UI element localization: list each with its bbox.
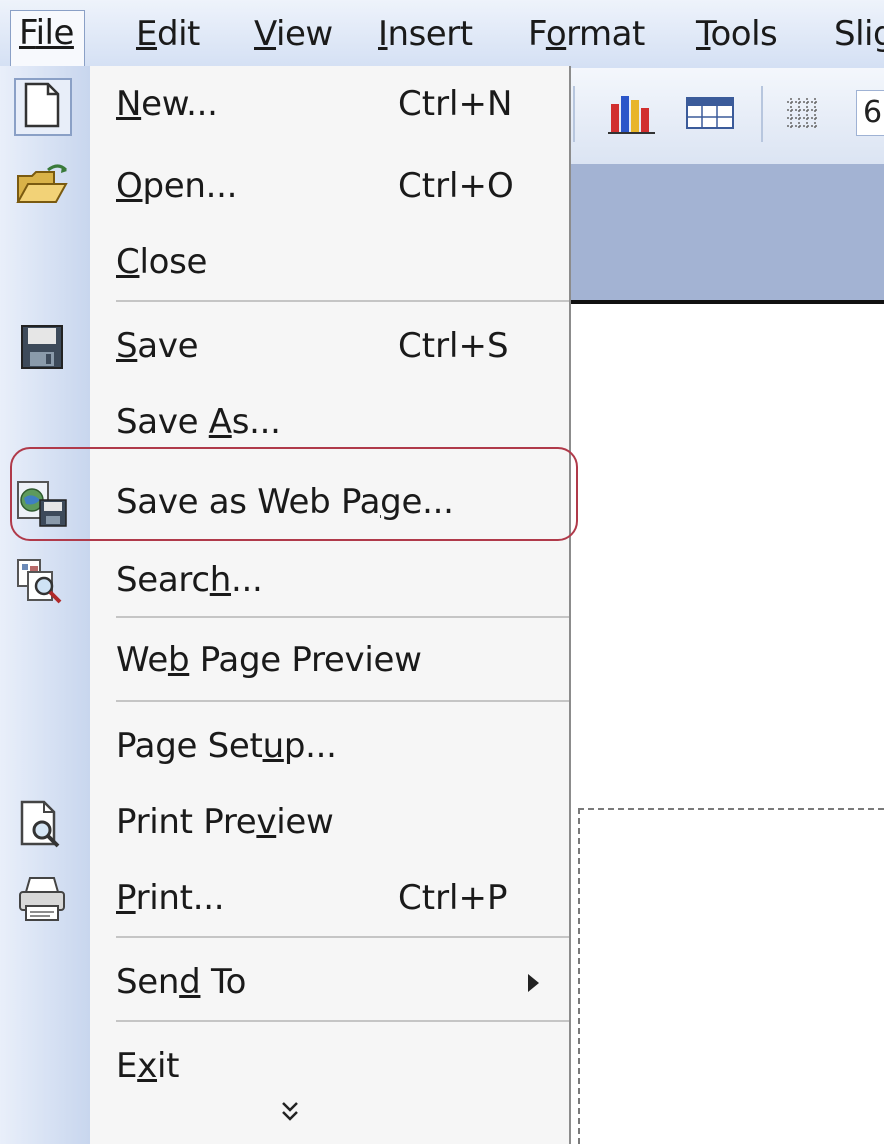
new-document-icon — [20, 80, 76, 130]
menu-edit-label: Edit — [136, 14, 200, 54]
menu-item-label: Exit — [116, 1046, 180, 1086]
slide-canvas[interactable] — [571, 304, 884, 1144]
menu-file[interactable]: File — [10, 10, 85, 66]
menu-format[interactable]: Format — [528, 14, 645, 54]
menu-bar: File Edit View Insert Format Tools Slig — [0, 0, 884, 69]
menu-item-save[interactable]: Save Ctrl+S — [0, 308, 569, 386]
menu-item-label: Page Setup... — [116, 726, 337, 766]
menu-item-label: Open... — [116, 166, 238, 206]
menu-item-label: Close — [116, 242, 208, 282]
menu-separator — [116, 700, 569, 702]
menu-insert-label: Insert — [378, 14, 473, 54]
slide-placeholder-border — [578, 808, 884, 810]
toolbar-separator — [761, 86, 763, 142]
expand-menu-chevron-icon[interactable] — [280, 1100, 300, 1129]
menu-view[interactable]: View — [254, 14, 333, 54]
menu-item-new[interactable]: New... Ctrl+N — [0, 66, 569, 144]
app-window: File Edit View Insert Format Tools Slig — [0, 0, 884, 1144]
menu-separator — [116, 1020, 569, 1022]
grid-icon[interactable] — [781, 90, 835, 136]
menu-separator — [116, 300, 569, 302]
open-folder-icon — [14, 162, 70, 212]
menu-file-label: File — [19, 13, 74, 53]
menu-item-shortcut: Ctrl+N — [398, 84, 513, 124]
menu-item-shortcut: Ctrl+S — [398, 326, 509, 366]
table-icon[interactable] — [683, 90, 737, 136]
menu-item-label: Save — [116, 326, 199, 366]
slide-placeholder-border — [578, 808, 580, 1144]
menu-item-shortcut: Ctrl+P — [398, 878, 508, 918]
menu-item-close[interactable]: Close — [0, 224, 569, 302]
menu-tools-label: Tools — [696, 14, 778, 54]
annotation-highlight-ring — [10, 447, 578, 541]
printer-icon — [14, 874, 70, 924]
menu-item-open[interactable]: Open... Ctrl+O — [0, 148, 569, 226]
file-menu-dropdown: New... Ctrl+N Open... Ctrl+O Close Save … — [0, 66, 571, 1144]
menu-item-shortcut: Ctrl+O — [398, 166, 514, 206]
save-disk-icon — [14, 322, 70, 372]
search-file-icon — [14, 556, 70, 606]
menu-slide-show-label: Slig — [834, 14, 884, 54]
menu-item-search[interactable]: Search... — [0, 542, 569, 620]
task-pane-header — [571, 164, 884, 304]
menu-item-print[interactable]: Print... Ctrl+P — [0, 860, 569, 938]
toolbar-separator — [573, 86, 575, 142]
menu-format-label: Format — [528, 14, 645, 54]
menu-slide-show[interactable]: Slig — [834, 14, 884, 54]
print-preview-icon — [14, 798, 70, 848]
menu-item-print-preview[interactable]: Print Preview — [0, 784, 569, 862]
menu-view-label: View — [254, 14, 333, 54]
menu-item-send-to[interactable]: Send To — [0, 944, 569, 1022]
menu-tools[interactable]: Tools — [696, 14, 778, 54]
menu-item-label: Search... — [116, 560, 263, 600]
menu-insert[interactable]: Insert — [378, 14, 473, 54]
zoom-field[interactable]: 6 — [856, 90, 884, 136]
menu-item-web-page-preview[interactable]: Web Page Preview — [0, 622, 569, 700]
submenu-arrow-icon — [528, 974, 539, 992]
menu-item-label: New... — [116, 84, 218, 124]
menu-item-label: Save As... — [116, 402, 281, 442]
menu-item-label: Web Page Preview — [116, 640, 422, 680]
menu-separator — [116, 616, 569, 618]
menu-edit[interactable]: Edit — [136, 14, 200, 54]
menu-item-label: Print Preview — [116, 802, 334, 842]
menu-item-page-setup[interactable]: Page Setup... — [0, 708, 569, 786]
standard-toolbar: 6 — [571, 68, 884, 165]
menu-item-label: Print... — [116, 878, 225, 918]
menu-item-exit[interactable]: Exit — [0, 1028, 569, 1106]
menu-item-label: Send To — [116, 962, 247, 1002]
chart-icon[interactable] — [605, 90, 659, 136]
menu-separator — [116, 936, 569, 938]
